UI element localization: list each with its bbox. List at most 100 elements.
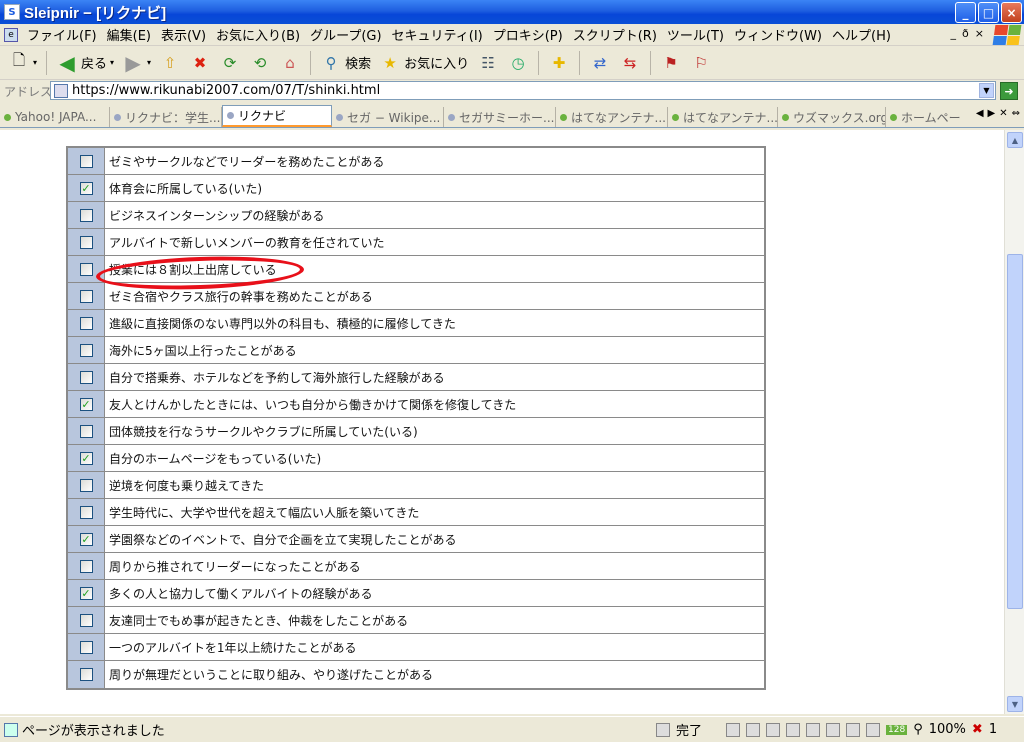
menu-view[interactable]: 表示(V) xyxy=(156,25,211,44)
tab-close-icon[interactable]: ✕ xyxy=(999,108,1007,119)
menu-group[interactable]: グループ(G) xyxy=(305,25,386,44)
address-dropdown-icon[interactable]: ▼ xyxy=(979,83,994,98)
history-button[interactable]: ◷ xyxy=(505,49,531,77)
up-folder-button[interactable]: ⇧ xyxy=(157,49,183,77)
download-icon[interactable] xyxy=(866,722,881,737)
menu-tools[interactable]: ツール(T) xyxy=(662,25,729,44)
maximize-button[interactable]: □ xyxy=(978,2,999,23)
back-button[interactable]: ◀ 戻る ▾ xyxy=(54,49,116,77)
mdi-minimize-button[interactable]: _ xyxy=(951,27,957,40)
error-count[interactable]: 1 xyxy=(989,722,997,737)
java-icon[interactable] xyxy=(826,722,841,737)
checkbox-unchecked[interactable] xyxy=(79,343,93,357)
vertical-scrollbar[interactable]: ▲ ▼ xyxy=(1004,130,1024,714)
tab-scroll-left-icon[interactable]: ◀ xyxy=(976,108,984,119)
tab-hatena-antenna-1[interactable]: はてなアンテナ... xyxy=(556,107,668,127)
proxy-disconnect-button[interactable]: ⇆ xyxy=(617,49,643,77)
checkbox-unchecked[interactable] xyxy=(79,478,93,492)
checkbox-unchecked[interactable] xyxy=(79,559,93,573)
checklist-item-label: ゼミやサークルなどでリーダーを務めたことがある xyxy=(105,148,764,174)
favorites-label: お気に入り xyxy=(404,57,470,72)
stop-button[interactable]: ✖ xyxy=(187,49,213,77)
tab-scroll-right-icon[interactable]: ▶ xyxy=(988,108,996,119)
checklist-item-label: 学園祭などのイベントで、自分で企画を立て実現したことがある xyxy=(105,526,764,552)
menu-help[interactable]: ヘルプ(H) xyxy=(827,25,896,44)
search-button[interactable]: ⚲ 検索 xyxy=(318,49,373,77)
tab-rikunabi-active[interactable]: リクナビ xyxy=(222,105,332,127)
memory-badge[interactable]: 128 xyxy=(886,724,908,735)
menu-favorites[interactable]: お気に入り(B) xyxy=(211,25,305,44)
sleipnir-app-icon[interactable]: S xyxy=(4,4,20,20)
checkbox-unchecked[interactable] xyxy=(79,668,93,681)
checkbox-unchecked[interactable] xyxy=(79,370,93,384)
address-input[interactable]: https://www.rikunabi2007.com/07/T/shinki… xyxy=(50,81,996,100)
image-icon[interactable] xyxy=(746,722,761,737)
refresh-button[interactable]: ⟳ xyxy=(217,49,243,77)
checkbox-unchecked[interactable] xyxy=(79,640,93,654)
checkbox-checked[interactable]: ✓ xyxy=(79,532,93,546)
checkbox-unchecked[interactable] xyxy=(79,424,93,438)
go-button[interactable]: ➜ xyxy=(1000,82,1018,100)
activex-icon[interactable] xyxy=(806,722,821,737)
checklist-item-label: 友人とけんかしたときには、いつも自分から働きかけて関係を修復してきた xyxy=(105,391,764,417)
menu-edit[interactable]: 編集(E) xyxy=(102,25,156,44)
tab-sega-wikipedia[interactable]: セガ − Wikipe... xyxy=(332,107,444,127)
tab-homepage[interactable]: ホームペー xyxy=(886,107,966,127)
security-icon[interactable] xyxy=(656,722,670,737)
error-icon[interactable]: ✖ xyxy=(972,722,983,737)
checkbox-unchecked[interactable] xyxy=(79,262,93,276)
close-button[interactable]: × xyxy=(1001,2,1022,23)
proxy-connect-button[interactable]: ⇄ xyxy=(587,49,613,77)
home-button[interactable]: ⌂ xyxy=(277,49,303,77)
language-button[interactable]: ⚑ xyxy=(658,49,684,77)
scroll-down-icon[interactable]: ▼ xyxy=(1007,696,1023,712)
script-icon[interactable] xyxy=(726,722,741,737)
popup-icon[interactable] xyxy=(766,722,781,737)
translate-button[interactable]: ⚐ xyxy=(688,49,714,77)
scroll-thumb[interactable] xyxy=(1007,254,1023,609)
zoom-icon[interactable]: ⚲ xyxy=(913,722,923,737)
new-page-button[interactable]: 🗋 ▾ xyxy=(6,49,39,77)
checklist-item-label: ビジネスインターンシップの経験がある xyxy=(105,202,764,228)
refresh-icon: ⟳ xyxy=(223,53,237,72)
tab-hatena-antenna-2[interactable]: はてなアンテナ... xyxy=(668,107,778,127)
checkbox-checked[interactable]: ✓ xyxy=(79,397,93,411)
tab-uzumax[interactable]: ウズマックス.org xyxy=(778,107,886,127)
forward-button[interactable]: ▶ ▾ xyxy=(120,49,153,77)
favorites-button[interactable]: ★ お気に入り xyxy=(377,49,471,77)
mdi-close-button[interactable]: × xyxy=(975,27,984,40)
checkbox-unchecked[interactable] xyxy=(79,316,93,330)
checkbox-unchecked[interactable] xyxy=(79,289,93,303)
proxy-status-icon[interactable] xyxy=(846,722,861,737)
menu-proxy[interactable]: プロキシ(P) xyxy=(488,25,568,44)
refresh-all-button[interactable]: ⟲ xyxy=(247,49,273,77)
menu-script[interactable]: スクリプト(R) xyxy=(568,25,662,44)
checkbox-checked[interactable]: ✓ xyxy=(79,451,93,465)
tab-segasammy[interactable]: セガサミーホー... xyxy=(444,107,556,127)
tab-yahoo[interactable]: Yahoo! JAPA... xyxy=(0,107,110,127)
new-page-icon: 🗋 xyxy=(12,51,26,69)
cookie-icon[interactable] xyxy=(786,722,801,737)
menu-file[interactable]: ファイル(F) xyxy=(22,25,102,44)
checkbox-unchecked[interactable] xyxy=(79,154,93,168)
checkbox-unchecked[interactable] xyxy=(79,613,93,627)
document-menu-icon[interactable]: e xyxy=(4,27,18,42)
zoom-level[interactable]: 100% xyxy=(929,722,966,737)
add-favorite-button[interactable]: ✚ xyxy=(546,49,572,77)
favorites-star-icon: ★ xyxy=(383,53,397,72)
menu-security[interactable]: セキュリティ(I) xyxy=(387,25,488,44)
checkbox-checked[interactable]: ✓ xyxy=(79,586,93,600)
checkbox-unchecked[interactable] xyxy=(79,235,93,249)
tab-list-icon[interactable]: ⇔ xyxy=(1012,108,1020,119)
minimize-button[interactable]: _ xyxy=(955,2,976,23)
tab-rikunabi-student[interactable]: リクナビ：学生... xyxy=(110,107,222,127)
menu-window[interactable]: ウィンドウ(W) xyxy=(729,25,827,44)
checkbox-unchecked[interactable] xyxy=(79,208,93,222)
checkbox-unchecked[interactable] xyxy=(79,505,93,519)
tree-view-button[interactable]: ☷ xyxy=(475,49,501,77)
scroll-up-icon[interactable]: ▲ xyxy=(1007,132,1023,148)
address-bar: アドレス https://www.rikunabi2007.com/07/T/s… xyxy=(0,80,1024,102)
mdi-restore-button[interactable]: ð xyxy=(962,27,969,40)
checkbox-checked[interactable]: ✓ xyxy=(79,181,93,195)
tab-status-icon xyxy=(782,113,789,121)
